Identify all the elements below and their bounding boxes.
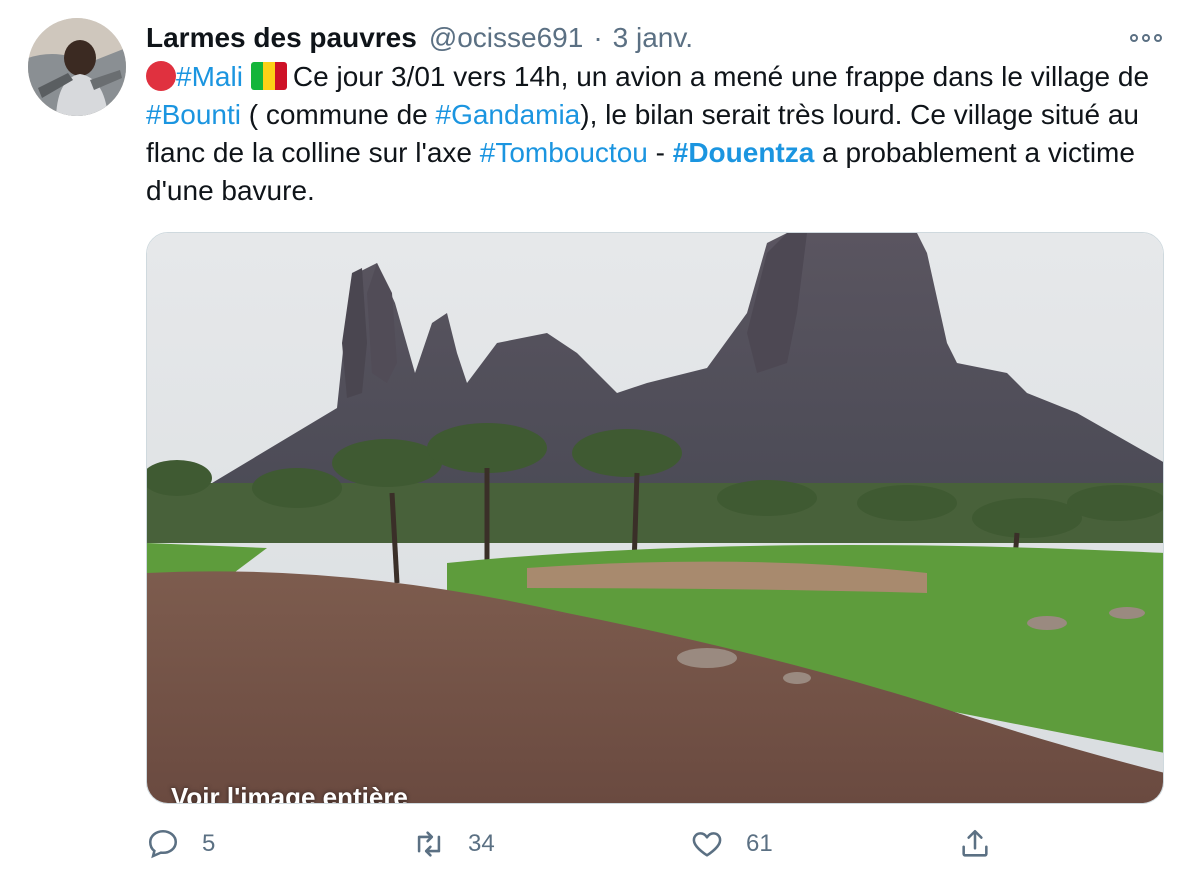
tweet: Larmes des pauvres @ocisse691 · 3 janv. … [0,0,1188,890]
tweet-header: Larmes des pauvres @ocisse691 · 3 janv. [146,18,693,58]
heart-icon [692,832,722,857]
hashtag-mali[interactable]: #Mali [176,61,243,92]
retweet-button[interactable]: 34 [412,820,495,868]
share-button[interactable] [958,820,992,868]
tweet-actions: 5 34 61 [146,820,1164,868]
hashtag-gandamia[interactable]: #Gandamia [436,99,581,130]
reply-icon [148,829,178,859]
text-segment-4: - [647,137,673,168]
separator-dot: · [593,22,603,53]
text-segment-1: Ce jour 3/01 vers 14h, un avion a mené u… [292,61,1150,92]
tweet-media[interactable]: Voir l'image entière [146,232,1164,804]
like-button[interactable]: 61 [690,820,773,868]
like-count: 61 [746,830,773,857]
hashtag-bounti[interactable]: #Bounti [146,99,241,130]
tweet-date[interactable]: 3 janv. [613,22,693,54]
more-options-icon[interactable] [1124,22,1168,54]
retweet-count: 34 [468,830,495,857]
reply-count: 5 [202,830,216,857]
hashtag-douentza[interactable]: #Douentza [673,137,815,168]
author-display-name[interactable]: Larmes des pauvres [146,22,417,54]
mali-flag-emoji-icon [250,62,287,90]
red-circle-emoji-icon [146,61,176,91]
author-handle[interactable]: @ocisse691 [429,22,584,54]
avatar[interactable] [28,18,126,116]
hashtag-tombouctou[interactable]: #Tombouctou [480,137,648,168]
share-icon [962,829,988,857]
reply-button[interactable]: 5 [146,820,215,868]
media-caption: Voir l'image entière [171,782,408,804]
avatar-image [28,18,126,116]
landscape-photo [147,233,1163,803]
retweet-icon [417,831,441,857]
text-segment-2: ( commune de [240,99,436,130]
tweet-text: #Mali Ce jour 3/01 vers 14h, un avion a m… [146,58,1156,210]
